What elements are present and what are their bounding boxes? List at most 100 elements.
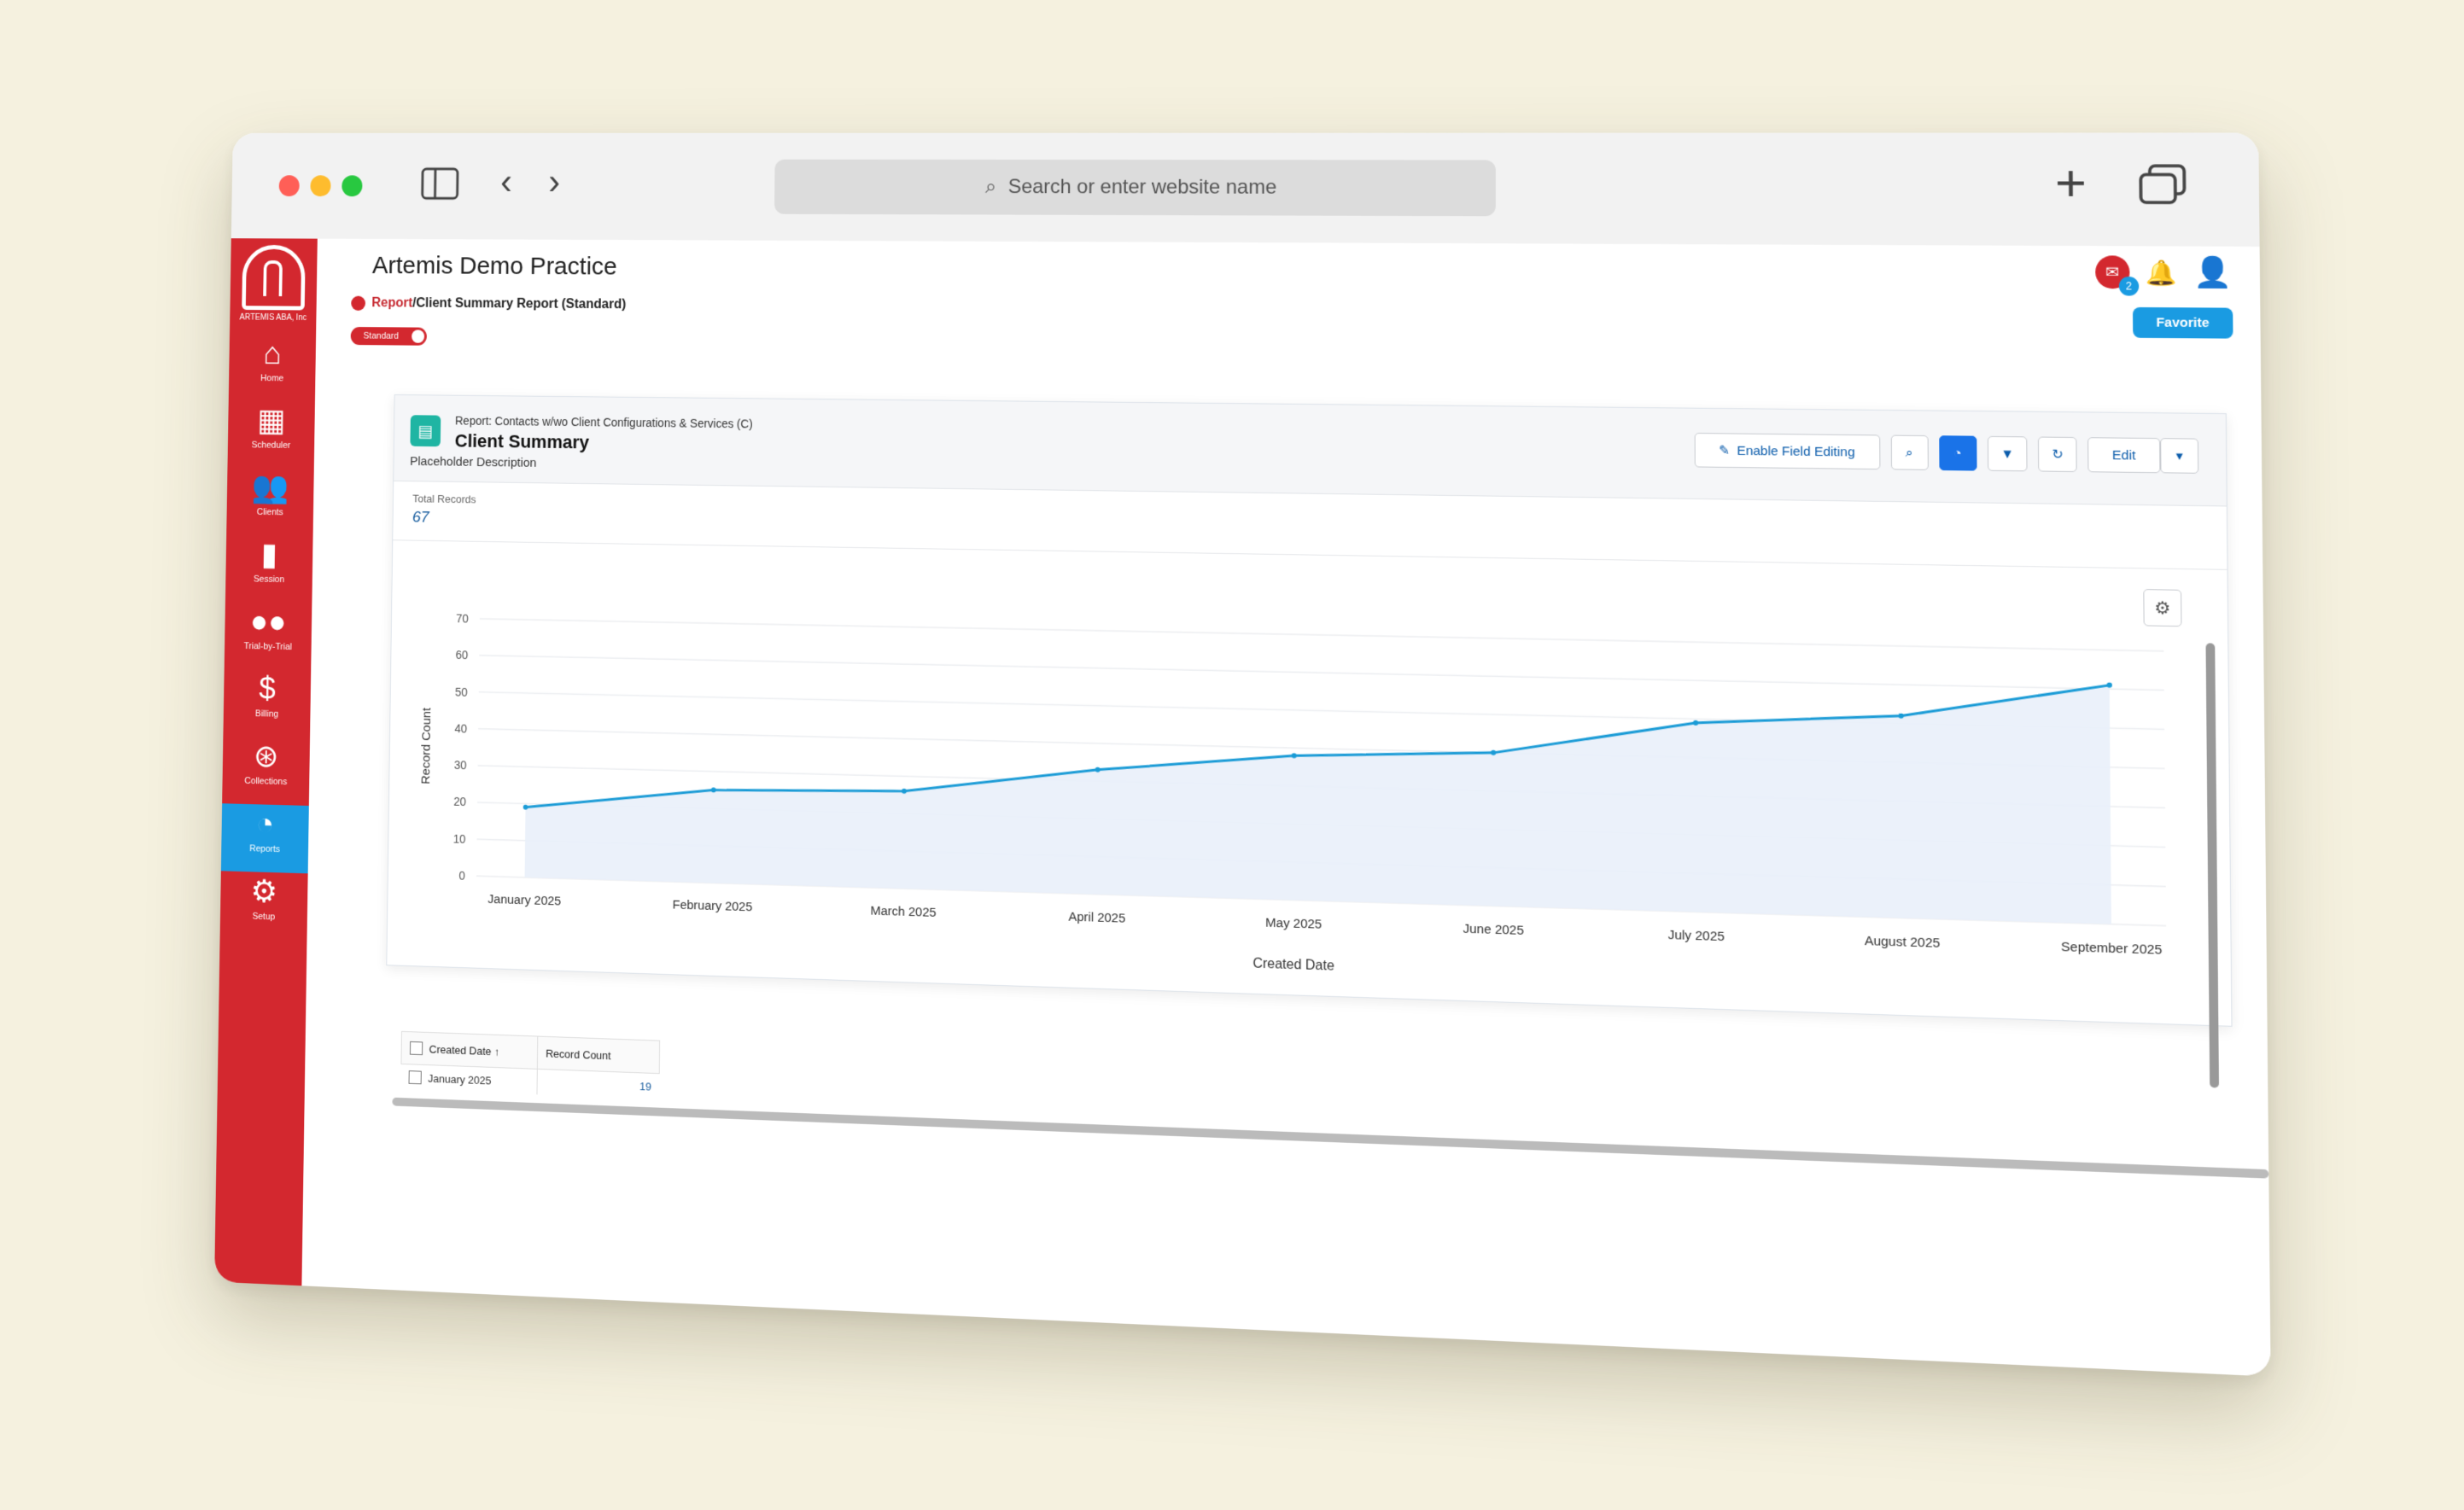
address-bar[interactable]: ⌕ Search or enter website name [774, 159, 1496, 217]
sidebar-item-reports[interactable]: ◔ Reports [220, 803, 309, 874]
breadcrumb-report-link[interactable]: Report [371, 296, 412, 311]
x-tick-label: June 2025 [1463, 922, 1523, 938]
sidebar-item-scheduler[interactable]: ▦ Scheduler [227, 401, 314, 469]
sidebar-item-home[interactable]: ⌂ Home [229, 334, 316, 401]
x-tick-label: May 2025 [1265, 916, 1322, 932]
gear-icon: ⚙ [2154, 598, 2171, 619]
report-table: Created Date ↑ Record Count January 2025… [400, 1030, 661, 1099]
enable-field-editing-button[interactable]: ✎ Enable Field Editing [1694, 432, 1880, 470]
breadcrumb-current: /Client Summary Report (Standard) [412, 296, 627, 312]
y-tick-label: 0 [458, 869, 465, 882]
report-title: Client Summary [454, 430, 590, 453]
total-records-value: 67 [412, 508, 429, 527]
y-tick-label: 40 [454, 722, 467, 735]
horizontal-scrollbar[interactable] [392, 1097, 2269, 1179]
x-tick-label: February 2025 [673, 898, 753, 914]
page-title: Artemis Demo Practice [371, 252, 617, 281]
x-tick-label: July 2025 [1668, 928, 1725, 944]
enable-field-editing-label: Enable Field Editing [1737, 443, 1855, 460]
bell-icon[interactable]: 🔔 [2146, 258, 2177, 287]
favorite-button[interactable]: Favorite [2132, 306, 2233, 339]
chat-icon[interactable]: ✉ 2 [2094, 255, 2140, 296]
edit-button[interactable]: Edit [2087, 437, 2161, 474]
gridline [480, 619, 2164, 651]
filter-button[interactable]: ▼ [1987, 435, 2028, 472]
col-created-date-label: Created Date [429, 1042, 492, 1058]
report-description: Placeholder Description [410, 454, 537, 470]
footprints-icon: ●● [249, 604, 287, 640]
minimize-window-dot[interactable] [310, 175, 331, 197]
user-icon[interactable]: 👤 [2193, 255, 2233, 290]
cell-created-date-text: January 2025 [428, 1071, 492, 1087]
sidebar-item-session[interactable]: ▮ Session [225, 534, 313, 603]
sidebar-item-billing[interactable]: $ Billing [223, 668, 311, 738]
standard-toggle[interactable]: Standard [350, 326, 427, 346]
standard-toggle-label: Standard [363, 330, 400, 341]
edit-menu-button[interactable]: ▾ [2160, 438, 2199, 474]
refresh-icon: ↻ [2052, 446, 2064, 463]
forward-chevron-icon[interactable]: › [548, 161, 560, 201]
header-actions: ✉ 2 🔔 👤 [2094, 254, 2233, 296]
col-record-count[interactable]: Record Count [538, 1037, 660, 1074]
tabs-overview-icon[interactable] [2139, 164, 2187, 211]
chat-count-badge: 2 [2118, 276, 2140, 296]
pie-icon: ◔ [255, 807, 275, 842]
chart-icon: ◔ [1953, 446, 1962, 461]
sidebar-toggle-icon[interactable] [421, 167, 459, 207]
x-tick-label: March 2025 [870, 904, 936, 920]
close-window-dot[interactable] [278, 175, 300, 197]
report-pie-icon [351, 295, 366, 311]
people-icon: 👥 [251, 470, 289, 505]
main-content: Artemis Demo Practice Report/Client Summ… [301, 238, 2271, 1377]
report-card: ▤ Report: Contacts w/wo Client Configura… [386, 394, 2233, 1088]
col-created-date[interactable]: Created Date ↑ [401, 1031, 538, 1069]
y-tick-label: 60 [455, 649, 468, 662]
sidebar-item-trial-by-trial[interactable]: ●● Trial-by-Trial [225, 602, 312, 671]
coin-icon: ⊛ [253, 739, 279, 775]
chart-toggle-button[interactable]: ◔ [1938, 435, 1977, 471]
report-header: ▤ Report: Contacts w/wo Client Configura… [394, 394, 2227, 507]
y-tick-label: 30 [454, 759, 467, 772]
session-icon: ▮ [260, 537, 278, 573]
artemis-logo[interactable]: ARTEMIS ABA, Inc [230, 244, 317, 323]
browser-window: ‹ › ⌕ Search or enter website name + ART… [214, 132, 2271, 1377]
chart-settings-button[interactable]: ⚙ [2143, 589, 2182, 627]
dollar-icon: $ [258, 672, 277, 708]
pencil-icon: ✎ [1719, 443, 1731, 458]
chevron-down-icon: ▾ [2175, 448, 2183, 464]
filter-icon: ▼ [2000, 446, 2015, 462]
gridline [479, 656, 2163, 691]
app-sidebar: ARTEMIS ABA, Inc ⌂ Home ▦ Scheduler 👥 Clien… [214, 238, 318, 1286]
sidebar-item-collections[interactable]: ⊛ Collections [222, 736, 310, 806]
report-type-icon: ▤ [410, 415, 441, 447]
report-toolbar: ✎ Enable Field Editing ⌕ ◔ ▼ ↻ Edit ▾ [1694, 432, 2199, 474]
sidebar-item-clients[interactable]: 👥 Clients [226, 468, 314, 536]
refresh-button[interactable]: ↻ [2038, 436, 2077, 473]
search-report-button[interactable]: ⌕ [1890, 434, 1929, 470]
y-tick-label: 20 [453, 796, 466, 808]
select-all-checkbox[interactable] [409, 1041, 423, 1056]
report-type-line: Report: Contacts w/wo Client Configurati… [454, 413, 753, 431]
home-icon: ⌂ [263, 336, 282, 371]
total-records-label: Total Records [412, 492, 476, 506]
org-name: ARTEMIS ABA, Inc [239, 312, 307, 323]
artemis-logo-mark [242, 244, 306, 311]
x-tick-label: September 2025 [2061, 940, 2163, 958]
back-chevron-icon[interactable]: ‹ [500, 161, 512, 201]
sort-up-icon: ↑ [493, 1045, 500, 1058]
cell-created-date: January 2025 [400, 1064, 538, 1095]
search-icon: ⌕ [984, 175, 997, 198]
x-axis-label: Created Date [1252, 956, 1334, 974]
x-tick-label: April 2025 [1068, 910, 1125, 925]
breadcrumb: Report/Client Summary Report (Standard) [351, 295, 627, 313]
calendar-icon: ▦ [257, 403, 286, 439]
gear-icon: ⚙ [250, 874, 278, 910]
y-tick-label: 70 [456, 612, 469, 625]
maximize-window-dot[interactable] [342, 175, 363, 197]
area-fill [524, 652, 2111, 924]
new-tab-icon[interactable]: + [2055, 154, 2087, 212]
row-checkbox[interactable] [408, 1070, 422, 1085]
header-divider [393, 539, 2228, 570]
sidebar-item-setup[interactable]: ⚙ Setup [220, 871, 308, 942]
x-tick-label: August 2025 [1865, 934, 1941, 951]
